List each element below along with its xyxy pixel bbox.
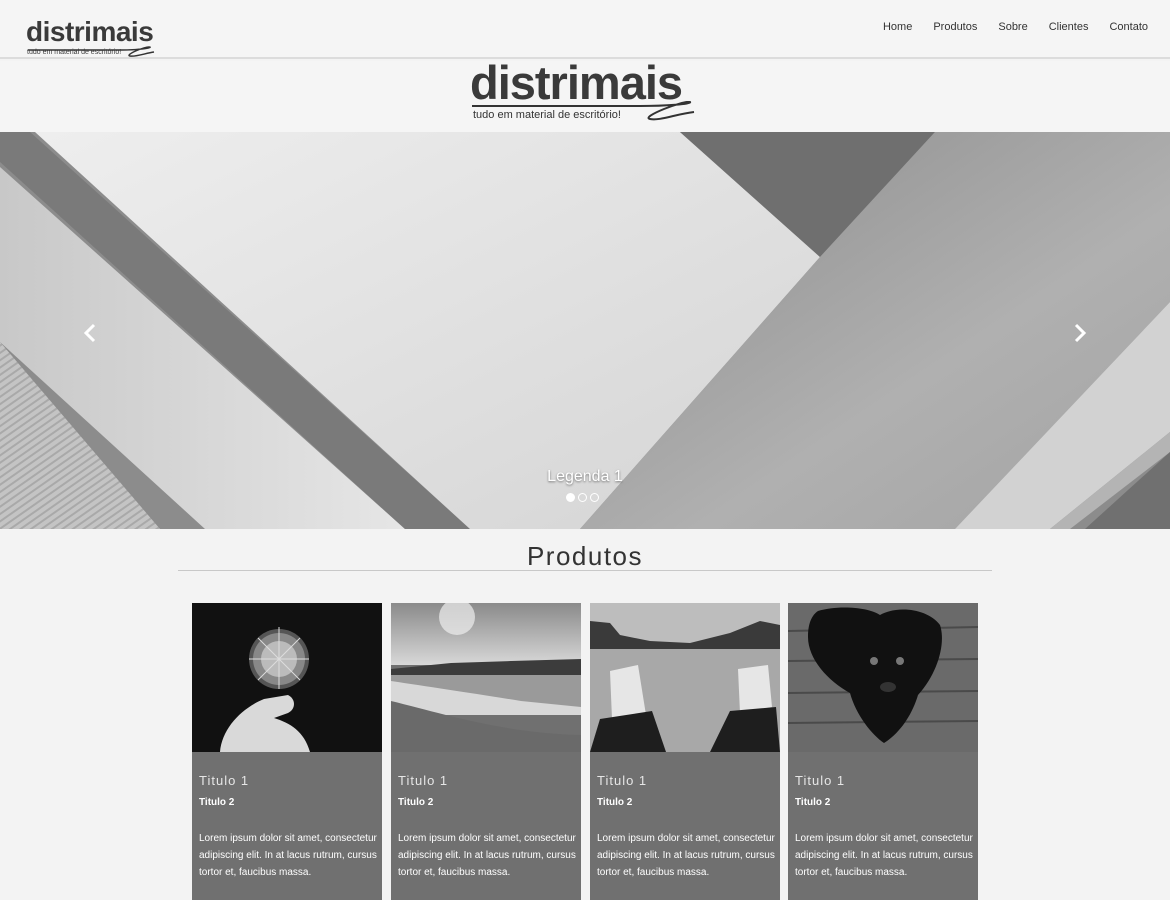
main-menu: Home Produtos Sobre Clientes Contato (862, 21, 1148, 33)
carousel-indicator-3[interactable] (590, 493, 599, 502)
nav-item-home[interactable]: Home (883, 21, 912, 33)
products-heading-divider (178, 570, 992, 571)
chevron-right-icon (1074, 323, 1087, 343)
product-image-dandelion (192, 603, 382, 752)
navbar-logo[interactable]: distrimais tudo em material de escritóri… (26, 18, 158, 62)
nav-item-clientes[interactable]: Clientes (1049, 21, 1089, 33)
main-logo-tagline: tudo em material de escritório! (473, 109, 621, 121)
card-title-2: Titulo 2 (597, 797, 633, 808)
nav-item-produtos[interactable]: Produtos (933, 21, 977, 33)
hero-carousel[interactable]: Legenda 1 (0, 132, 1170, 529)
carousel-prev-button[interactable] (78, 322, 102, 346)
carousel-caption: Legenda 1 (547, 468, 623, 485)
product-card[interactable]: Titulo 1 Titulo 2 Lorem ipsum dolor sit … (788, 603, 978, 900)
card-description: Lorem ipsum dolor sit amet, consectetur … (398, 833, 576, 878)
nav-item-sobre[interactable]: Sobre (998, 21, 1027, 33)
card-title-2: Titulo 2 (795, 797, 831, 808)
product-card[interactable]: Titulo 1 Titulo 2 Lorem ipsum dolor sit … (391, 603, 581, 900)
product-image-beach (391, 603, 581, 752)
card-description: Lorem ipsum dolor sit amet, consectetur … (199, 833, 377, 878)
main-logo-wordmark: distrimais (470, 56, 683, 109)
logo-banner: distrimais tudo em material de escritóri… (0, 59, 1170, 132)
products-heading: Produtos (526, 541, 644, 571)
nav-item-contato[interactable]: Contato (1109, 21, 1148, 33)
card-title-1: Titulo 1 (597, 773, 648, 788)
top-navbar: distrimais tudo em material de escritóri… (0, 0, 1170, 59)
navbar-logo-wordmark: distrimais (26, 16, 154, 47)
product-card[interactable]: Titulo 1 Titulo 2 Lorem ipsum dolor sit … (192, 603, 382, 900)
chevron-left-icon (83, 323, 96, 343)
navbar-logo-tagline: tudo em material de escritório! (27, 49, 122, 56)
product-cards: Titulo 1 Titulo 2 Lorem ipsum dolor sit … (192, 603, 979, 900)
card-title-2: Titulo 2 (398, 797, 434, 808)
card-title-1: Titulo 1 (795, 773, 846, 788)
card-title-2: Titulo 2 (199, 797, 235, 808)
card-title-1: Titulo 1 (199, 773, 250, 788)
carousel-indicator-2[interactable] (578, 493, 587, 502)
card-description: Lorem ipsum dolor sit amet, consectetur … (597, 833, 775, 878)
product-card[interactable]: Titulo 1 Titulo 2 Lorem ipsum dolor sit … (590, 603, 780, 900)
product-image-sneakers (590, 603, 780, 752)
product-image-dog (788, 603, 978, 752)
main-logo: distrimais tudo em material de escritóri… (470, 59, 696, 129)
carousel-indicators (566, 493, 599, 502)
carousel-indicator-1[interactable] (566, 493, 575, 502)
carousel-next-button[interactable] (1068, 322, 1092, 346)
card-description: Lorem ipsum dolor sit amet, consectetur … (795, 833, 973, 878)
card-title-1: Titulo 1 (398, 773, 449, 788)
